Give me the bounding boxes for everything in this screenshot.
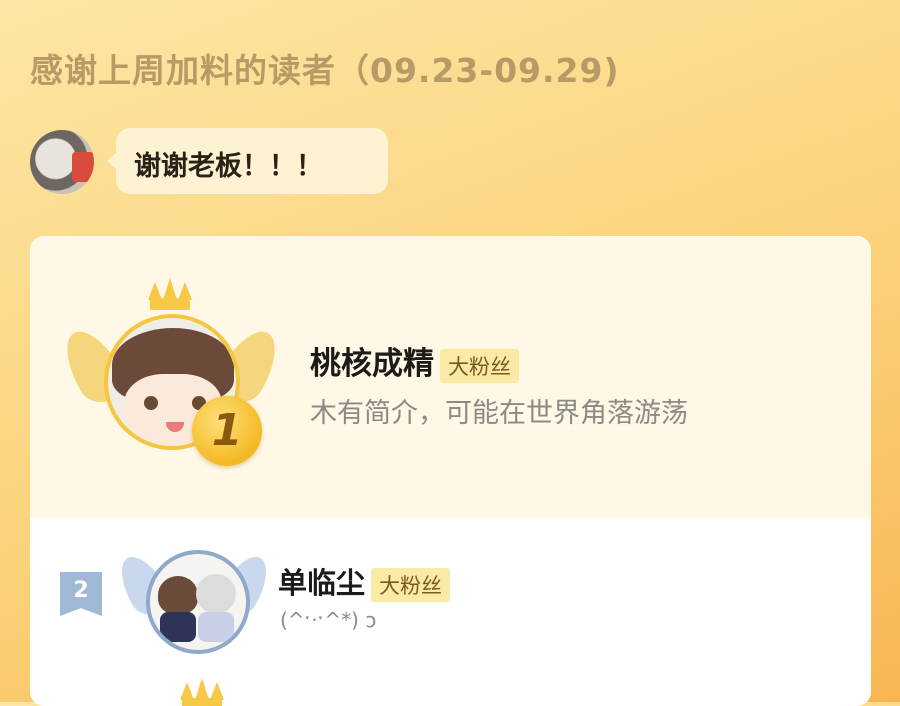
owner-avatar[interactable]	[30, 130, 94, 194]
rank-1-bio: 木有简介，可能在世界角落游荡	[310, 398, 688, 429]
rank-2-bio: (^ˑ·ˑ^*) ͻ	[280, 608, 377, 632]
rank-2-name[interactable]: 单临尘	[278, 566, 365, 600]
rank-1-panel[interactable]: 1 桃核成精 大粉丝 木有简介，可能在世界角落游荡	[30, 236, 871, 518]
avatar-rank-2[interactable]	[146, 550, 250, 654]
rank-1-badge: 1	[192, 396, 262, 466]
fan-level-tag: 大粉丝	[371, 568, 451, 602]
rank-1-name[interactable]: 桃核成精	[310, 346, 434, 382]
rank-2-badge: 2	[60, 572, 102, 616]
fan-level-tag: 大粉丝	[440, 348, 519, 383]
rank-1-name-row: 桃核成精 大粉丝	[310, 338, 519, 383]
crown-icon	[148, 278, 192, 310]
crown-icon	[180, 678, 224, 706]
speech-bubble: 谢谢老板！！！	[107, 128, 388, 194]
page-title: 感谢上周加料的读者（09.23-09.29)	[30, 51, 620, 90]
rank-2-name-row: 单临尘 大粉丝	[278, 560, 451, 602]
ranking-card: 1 桃核成精 大粉丝 木有简介，可能在世界角落游荡 2 单临尘 大粉丝 (^ˑ·ˑ^…	[30, 236, 871, 706]
